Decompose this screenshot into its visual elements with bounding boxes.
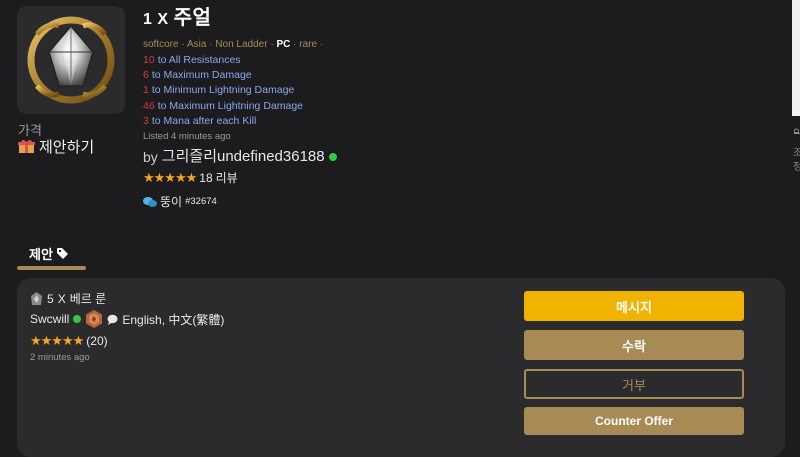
gift-icon — [18, 140, 35, 153]
seller-name[interactable]: 그리즐리undefined36188 — [162, 147, 325, 167]
rank-badge-icon — [86, 310, 103, 328]
meta-separator: · — [270, 39, 274, 50]
mod-text: to Maximum Lightning Damage — [157, 99, 304, 112]
meta-rarity: rare — [299, 39, 318, 50]
seller-discord[interactable]: 뚱이 #32674 — [143, 193, 543, 210]
offer-reviews[interactable]: ★★★★★ (20) — [30, 333, 108, 349]
mod-text: to Minimum Lightning Damage — [151, 84, 295, 97]
mod-line: 10 to All Resistances — [143, 53, 543, 68]
online-status-icon — [73, 315, 82, 323]
item-meta: softcore · Asia · Non Ladder · PC · rare… — [143, 38, 543, 51]
offer-languages: English, 中文(繁體) — [122, 312, 225, 327]
item-quantity: 1 — [143, 11, 153, 28]
counter-offer-button[interactable]: Counter Offer — [524, 407, 744, 435]
tag-icon — [56, 248, 68, 259]
item-mods: 10 to All Resistances 6 to Maximum Damage … — [143, 53, 543, 129]
meta-mode: softcore — [143, 39, 179, 50]
meta-platform: PC — [276, 39, 291, 50]
item-details: 1 X 주얼 softcore · Asia · Non Ladder · PC… — [143, 6, 543, 210]
mod-text: to Maximum Damage — [151, 69, 252, 82]
accept-button[interactable]: 수락 — [524, 330, 744, 360]
offer-user-row: Swcwill English, 中文(繁體) — [30, 310, 224, 328]
mod-line: 1 to Minimum Lightning Damage — [143, 83, 543, 98]
rune-icon — [31, 291, 42, 305]
listed-time: Listed 4 minutes ago — [143, 131, 231, 143]
item-listing-page: 가격 제안하기 1 X 주얼 softcore · Asia · Non Lad… — [0, 0, 800, 457]
meta-separator: · — [319, 39, 324, 50]
tab-offers-label: 제안 — [29, 247, 53, 262]
meta-separator: · — [181, 39, 185, 50]
offer-card: 5 X 베르 룬 Swcwill English, 中文(繁體) ★★★★★ (… — [17, 278, 785, 457]
discord-name: 뚱이 — [160, 195, 183, 210]
message-button[interactable]: 메시지 — [524, 291, 744, 321]
tab-offers-label-row: 제안 — [17, 242, 86, 263]
adjacent-panel-edge — [792, 0, 800, 116]
adjacent-panel-text: 조 — [793, 148, 800, 159]
mod-text: to All Resistances — [157, 54, 241, 66]
make-offer-button[interactable]: 제안하기 — [18, 136, 94, 157]
mod-value: 10 — [143, 54, 155, 66]
seller-by-label: by — [143, 149, 158, 166]
offer-username[interactable]: Swcwill — [30, 312, 69, 326]
offer-item-quantity: 5 — [47, 291, 54, 306]
mod-value: 1 — [143, 84, 149, 97]
online-status-icon — [328, 153, 337, 162]
speech-bubble-icon — [107, 314, 118, 325]
tab-active-indicator — [17, 266, 86, 270]
item-title: 1 X 주얼 — [143, 6, 543, 32]
mod-value: 3 — [143, 114, 149, 127]
chat-bubbles-icon — [143, 196, 157, 207]
tab-offers[interactable]: 제안 — [17, 242, 86, 270]
item-multiplier: X — [157, 11, 169, 28]
star-rating-icon: ★★★★★ — [143, 169, 197, 185]
decline-button[interactable]: 거부 — [524, 369, 744, 399]
seller-review-count: 18 — [199, 170, 213, 185]
mod-text: to Mana after each Kill — [151, 114, 257, 127]
meta-region: Asia — [186, 39, 207, 50]
meta-separator: · — [209, 39, 213, 50]
offer-review-count: (20) — [86, 334, 108, 348]
mod-line: 6 to Maximum Damage — [143, 68, 543, 83]
offer-item-multiplier: X — [57, 291, 66, 306]
discord-tag: #32674 — [185, 196, 217, 208]
mod-line: 3 to Mana after each Kill — [143, 114, 543, 129]
item-name: 주얼 — [173, 7, 212, 29]
make-offer-label: 제안하기 — [39, 139, 95, 156]
mod-value: 6 — [143, 69, 149, 82]
offer-item-name: 베르 룬 — [69, 292, 107, 306]
jewel-icon — [17, 6, 125, 114]
offer-item-row: 5 X 베르 룬 — [30, 290, 106, 307]
star-rating-icon: ★★★★★ — [30, 333, 84, 348]
mod-line: 46 to Maximum Lightning Damage — [143, 99, 543, 114]
seller-row: by 그리즐리undefined36188 — [143, 147, 543, 167]
seller-review-label: 리뷰 — [215, 171, 238, 186]
adjacent-panel-text: 정 — [793, 162, 800, 173]
adjacent-panel-text: ല — [793, 126, 800, 137]
mod-value: 46 — [143, 99, 155, 112]
offer-time: 2 minutes ago — [30, 352, 90, 363]
meta-separator: · — [293, 39, 297, 50]
meta-ladder: Non Ladder — [215, 39, 268, 50]
seller-reviews[interactable]: ★★★★★ 18 리뷰 — [143, 169, 543, 186]
